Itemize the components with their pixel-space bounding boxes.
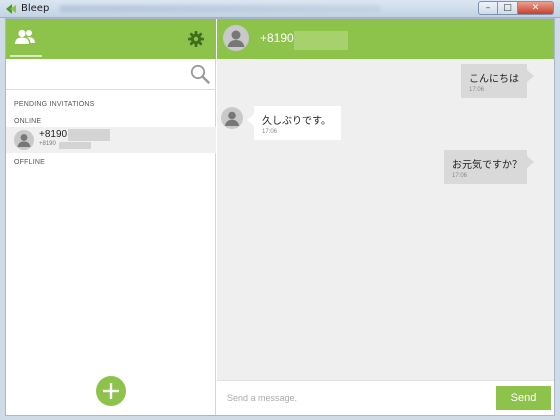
- send-button[interactable]: Send: [496, 386, 551, 410]
- chat-contact-name: +8190: [260, 31, 294, 45]
- contacts-panel: PENDING INVITATIONS ONLINE +8190 +8190 O…: [6, 19, 216, 415]
- add-contact-button[interactable]: [96, 376, 126, 406]
- message-composer: Send: [217, 380, 554, 415]
- message-time: 17:06: [469, 87, 485, 93]
- search-box: [6, 59, 216, 90]
- redacted-contact-name: [294, 31, 348, 50]
- chat-panel: +8190 こんにちは 17:06 久しぶりです。 17:06 お元気ですか？ …: [217, 19, 554, 415]
- chat-avatar[interactable]: [223, 25, 249, 51]
- incoming-message: 久しぶりです。 17:06: [254, 106, 341, 140]
- search-input[interactable]: [12, 63, 182, 85]
- message-input[interactable]: [227, 388, 487, 408]
- contacts-tab[interactable]: [6, 19, 44, 59]
- blurred-background-title: [60, 5, 380, 12]
- outgoing-message: こんにちは 17:06: [461, 64, 527, 98]
- search-icon[interactable]: [190, 64, 210, 84]
- message-text: 久しぶりです。: [262, 116, 331, 127]
- window-controls: – □ ✕: [478, 1, 554, 15]
- sender-avatar: [221, 107, 243, 129]
- bubble-tail: [247, 114, 254, 126]
- contacts-icon: [15, 29, 35, 44]
- active-tab-indicator: [10, 55, 42, 57]
- bubble-tail: [527, 156, 534, 168]
- contact-list-item[interactable]: +8190 +8190: [6, 127, 216, 153]
- plus-icon: [103, 383, 119, 399]
- message-text: お元気ですか？: [452, 160, 522, 171]
- pending-invitations-label: PENDING INVITATIONS: [14, 101, 95, 108]
- close-button[interactable]: ✕: [518, 1, 554, 15]
- bubble-tail: [527, 70, 534, 82]
- app-window: PENDING INVITATIONS ONLINE +8190 +8190 O…: [5, 18, 555, 416]
- contact-name: +8190: [39, 129, 68, 140]
- message-time: 17:06: [452, 173, 468, 179]
- online-section-label: ONLINE: [14, 118, 42, 125]
- offline-section-label: OFFLINE: [14, 159, 45, 166]
- contacts-header: [6, 19, 216, 59]
- redacted-name: [68, 129, 110, 141]
- title-bar: Bleep – □ ✕: [0, 0, 560, 18]
- contact-avatar: [14, 130, 34, 150]
- chat-header: +8190: [217, 19, 554, 59]
- redacted-id: [59, 142, 91, 149]
- bleep-logo-icon: [6, 4, 16, 14]
- window-title: Bleep: [21, 3, 50, 14]
- contact-id: +8190: [39, 141, 56, 147]
- outgoing-message: お元気ですか？ 17:06: [444, 150, 527, 184]
- gear-icon[interactable]: [188, 31, 204, 47]
- message-text: こんにちは: [469, 74, 519, 85]
- maximize-button[interactable]: □: [498, 1, 518, 15]
- message-time: 17:06: [262, 129, 278, 135]
- minimize-button[interactable]: –: [478, 1, 498, 15]
